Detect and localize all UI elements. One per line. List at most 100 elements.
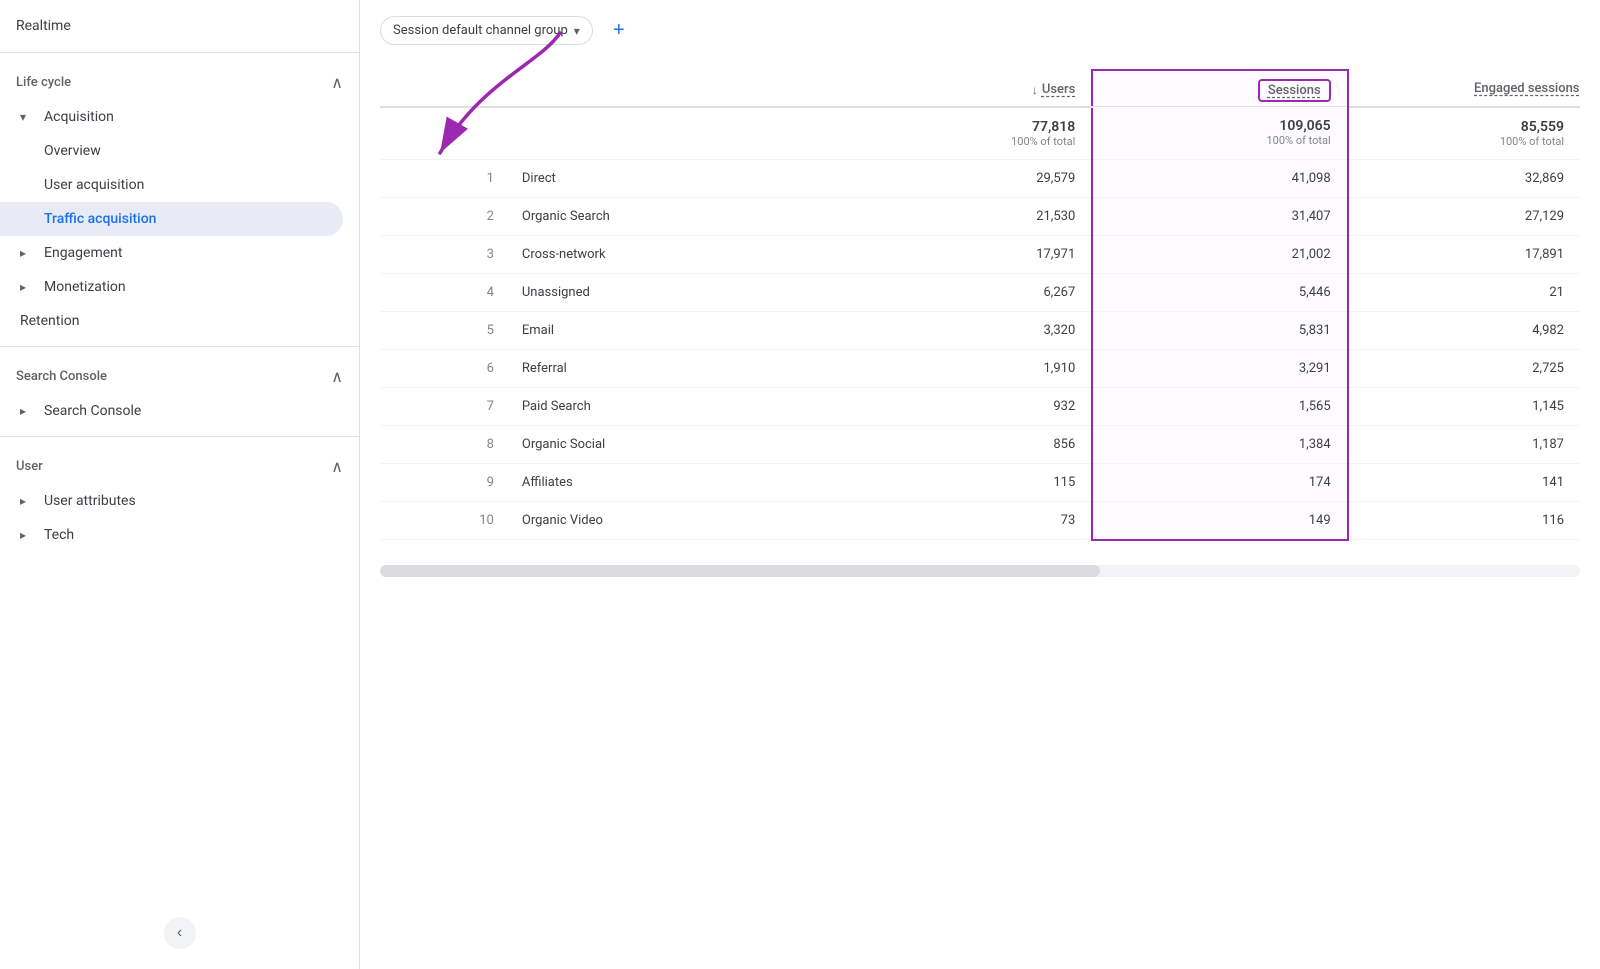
table-row[interactable]: 4 Unassigned 6,267 5,446 21 [380,273,1580,311]
channel-name: Affiliates [506,463,860,501]
filter-chevron-icon: ▾ [574,24,580,38]
search-console-section-header[interactable]: Search Console ∧ [0,355,359,394]
lifecycle-section-header[interactable]: Life cycle ∧ [0,61,359,100]
acquisition-label: Acquisition [44,109,114,125]
horizontal-scrollbar[interactable] [380,565,1580,577]
main-content: Session default channel group ▾ + ↓ [360,0,1600,969]
sidebar-item-search-console[interactable]: ▸ Search Console [0,394,343,428]
users-col-label: Users [1042,82,1075,97]
row-number: 4 [380,273,506,311]
sidebar-item-acquisition[interactable]: ▾ Acquisition [0,100,343,134]
channel-name: Referral [506,349,860,387]
engaged-value: 1,187 [1348,425,1580,463]
sessions-value: 5,831 [1092,311,1347,349]
row-number: 10 [380,501,506,540]
channel-name: Organic Social [506,425,860,463]
sidebar-item-user-attributes[interactable]: ▸ User attributes [0,484,343,518]
search-console-chevron-icon[interactable]: ∧ [331,367,343,386]
table-row[interactable]: 1 Direct 29,579 41,098 32,869 [380,159,1580,197]
sessions-value: 21,002 [1092,235,1347,273]
engaged-value: 141 [1348,463,1580,501]
lifecycle-chevron-icon[interactable]: ∧ [331,73,343,92]
search-console-label: Search Console [44,403,141,419]
users-value: 115 [860,463,1092,501]
engaged-value: 2,725 [1348,349,1580,387]
sidebar-item-traffic-acquisition[interactable]: Traffic acquisition [0,202,343,236]
totals-sessions-cell: 109,065 100% of total [1092,107,1347,160]
sidebar-item-monetization[interactable]: ▸ Monetization [0,270,343,304]
table-row[interactable]: 6 Referral 1,910 3,291 2,725 [380,349,1580,387]
channel-name: Email [506,311,860,349]
engaged-value: 116 [1348,501,1580,540]
lifecycle-label: Life cycle [16,75,71,90]
add-filter-button[interactable]: + [605,17,633,45]
user-section-label: User [16,459,43,474]
sessions-value: 1,384 [1092,425,1347,463]
total-engaged-pct: 100% of total [1365,135,1564,148]
engagement-arrow-icon: ▸ [20,246,36,260]
overview-label: Overview [44,143,101,159]
total-engaged-value: 85,559 [1365,119,1564,135]
sidebar-item-user-acquisition[interactable]: User acquisition [0,168,343,202]
users-value: 21,530 [860,197,1092,235]
table-row[interactable]: 3 Cross-network 17,971 21,002 17,891 [380,235,1580,273]
sidebar-item-engagement[interactable]: ▸ Engagement [0,236,343,270]
sidebar-collapse-button[interactable]: ‹ [164,917,196,949]
monetization-arrow-icon: ▸ [20,280,36,294]
user-section-header[interactable]: User ∧ [0,445,359,484]
row-number: 8 [380,425,506,463]
total-sessions-pct: 100% of total [1109,134,1330,147]
realtime-label: Realtime [16,18,71,34]
sessions-value: 41,098 [1092,159,1347,197]
search-console-section-label: Search Console [16,369,107,384]
table-row[interactable]: 7 Paid Search 932 1,565 1,145 [380,387,1580,425]
traffic-table: ↓ Users Sessions Engaged sessions [380,69,1580,541]
sessions-col-label: Sessions [1268,83,1321,98]
engaged-value: 32,869 [1348,159,1580,197]
filter-row: Session default channel group ▾ + [360,0,1600,53]
user-chevron-icon[interactable]: ∧ [331,457,343,476]
channel-name: Cross-network [506,235,860,273]
users-value: 29,579 [860,159,1092,197]
sessions-value: 1,565 [1092,387,1347,425]
total-users-value: 77,818 [876,119,1075,135]
totals-users-cell: 77,818 100% of total [860,107,1092,160]
sessions-value: 3,291 [1092,349,1347,387]
tech-label: Tech [44,527,74,543]
engaged-sessions-col-label: Engaged sessions [1474,81,1564,98]
sessions-value: 149 [1092,501,1347,540]
users-value: 856 [860,425,1092,463]
row-number: 6 [380,349,506,387]
totals-row: 77,818 100% of total 109,065 100% of tot… [380,107,1580,160]
table-row[interactable]: 8 Organic Social 856 1,384 1,187 [380,425,1580,463]
sidebar-item-tech[interactable]: ▸ Tech [0,518,343,552]
expand-arrow-icon: ▾ [20,110,36,124]
table-row[interactable]: 10 Organic Video 73 149 116 [380,501,1580,540]
table-row[interactable]: 2 Organic Search 21,530 31,407 27,129 [380,197,1580,235]
scrollbar-thumb[interactable] [380,565,1100,577]
channel-name: Organic Video [506,501,860,540]
user-acquisition-label: User acquisition [44,177,144,193]
sidebar-item-overview[interactable]: Overview [0,134,343,168]
engagement-label: Engagement [44,245,122,261]
sidebar-item-retention[interactable]: Retention [0,304,343,338]
total-users-pct: 100% of total [876,135,1075,148]
users-value: 17,971 [860,235,1092,273]
sessions-value: 31,407 [1092,197,1347,235]
monetization-label: Monetization [44,279,126,295]
users-header[interactable]: ↓ Users [860,70,1092,107]
sort-arrow-icon: ↓ [1032,83,1038,97]
users-value: 6,267 [860,273,1092,311]
users-value: 3,320 [860,311,1092,349]
channel-name: Direct [506,159,860,197]
user-attributes-label: User attributes [44,493,136,509]
sessions-header[interactable]: Sessions [1092,70,1347,107]
table-row[interactable]: 5 Email 3,320 5,831 4,982 [380,311,1580,349]
row-number: 9 [380,463,506,501]
sidebar-item-realtime[interactable]: Realtime [0,8,359,44]
row-number: 2 [380,197,506,235]
channel-group-filter[interactable]: Session default channel group ▾ [380,16,593,45]
users-value: 932 [860,387,1092,425]
table-body: 1 Direct 29,579 41,098 32,869 2 Organic … [380,159,1580,540]
table-row[interactable]: 9 Affiliates 115 174 141 [380,463,1580,501]
